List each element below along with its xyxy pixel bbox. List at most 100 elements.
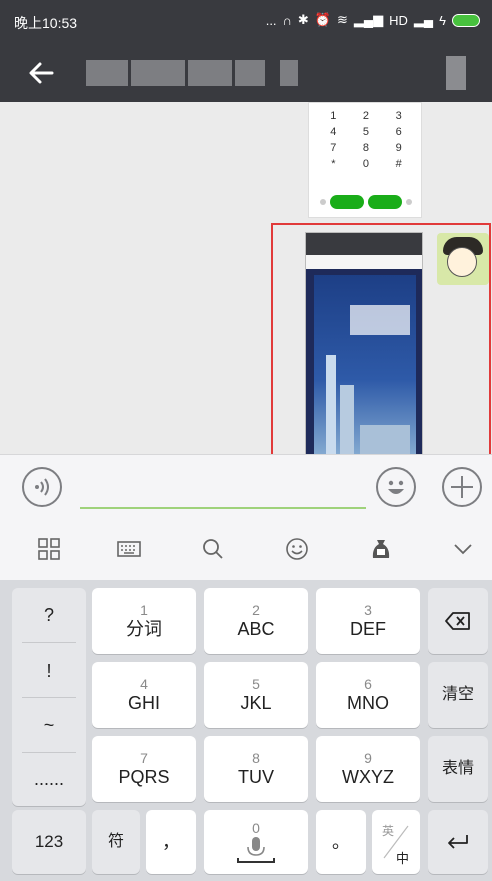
key-question[interactable]: ? [12, 588, 86, 642]
real-estate-poster [314, 275, 416, 465]
key-5[interactable]: 5 JKL [204, 662, 308, 728]
title-bar [0, 44, 492, 102]
key-8[interactable]: 8 TUV [204, 736, 308, 802]
bluetooth-icon: ✱ [297, 12, 309, 27]
period-key[interactable]: 。 [316, 810, 366, 874]
call-button-graphic [368, 195, 402, 209]
key-9[interactable]: 9 WXYZ [316, 736, 420, 802]
dialpad-grid: 1 2 3 4 5 6 7 8 9 * 0 # [317, 109, 415, 171]
wifi-icon: ≋ [336, 12, 348, 27]
key-2[interactable]: 2 ABC [204, 588, 308, 654]
comma-key-label: ， [162, 832, 180, 852]
number-mode-label: 123 [34, 832, 64, 851]
backspace-icon [445, 612, 470, 630]
key-tilde[interactable]: ~ [12, 698, 86, 752]
avatar-face [447, 247, 477, 277]
number-mode-key[interactable]: 123 [12, 810, 86, 874]
poster-tower [340, 385, 354, 465]
poster-screenshot-subheader [306, 255, 422, 269]
language-switch-key[interactable]: 英 中 [372, 810, 420, 874]
key-label: MNO [347, 693, 389, 713]
space-key[interactable]: 0 [204, 810, 308, 874]
dialpad-call-buttons [315, 195, 417, 209]
key-exclamation[interactable]: ! [12, 644, 86, 698]
enter-arrow-icon [448, 835, 468, 849]
key-4[interactable]: 4 GHI [92, 662, 196, 728]
clear-key[interactable]: 清空 [428, 662, 488, 728]
battery-icon [452, 13, 480, 27]
emoticon-icon[interactable] [284, 536, 310, 562]
keyboard-switch-icon[interactable] [116, 536, 142, 562]
chevron-down-icon[interactable] [450, 536, 476, 562]
dial-key: 4 [330, 126, 337, 138]
punctuation-column[interactable]: ? ! ~ ...... [12, 588, 86, 806]
key-label: TUV [238, 767, 274, 787]
key-number: 1 [140, 602, 148, 618]
ime-toolbar [0, 518, 492, 580]
dial-key: # [395, 158, 402, 170]
alarm-icon: ⏰ [314, 12, 331, 27]
key-number: 7 [140, 750, 148, 766]
top-bar: 晚上10:53 ... ∩ ✱ ⏰ ≋ ▂▄▆ HD ▂▄ ϟ [0, 0, 492, 102]
money-bag-icon[interactable] [368, 536, 394, 562]
key-label: WXYZ [342, 767, 394, 787]
space-key-number: 0 [252, 820, 260, 836]
dial-key: 0 [362, 158, 370, 170]
dialpad-screenshot-image[interactable]: 1 2 3 4 5 6 7 8 9 * 0 # [308, 102, 422, 218]
chat-area[interactable]: 1 2 3 4 5 6 7 8 9 * 0 # [0, 102, 492, 541]
key-number: 3 [364, 602, 372, 618]
dial-key: 9 [395, 142, 402, 154]
chat-title-redacted [86, 60, 298, 86]
status-bar: 晚上10:53 ... ∩ ✱ ⏰ ≋ ▂▄▆ HD ▂▄ ϟ [0, 0, 492, 44]
period-key-label: 。 [332, 832, 350, 852]
key-number: 2 [252, 602, 260, 618]
backspace-key[interactable] [428, 588, 488, 654]
key-label: DEF [350, 619, 386, 639]
symbols-key-label: 符 [107, 833, 124, 850]
dial-key: 2 [362, 110, 370, 122]
status-icons: ... ∩ ✱ ⏰ ≋ ▂▄▆ HD ▂▄ ϟ [266, 12, 480, 28]
grid-menu-icon[interactable] [36, 536, 62, 562]
key-number: 5 [252, 676, 260, 692]
key-3[interactable]: 3 DEF [316, 588, 420, 654]
poster-tower [326, 355, 336, 465]
smiley-icon [388, 480, 404, 494]
key-label: 分词 [126, 619, 162, 639]
chat-info-redacted[interactable] [446, 56, 466, 90]
keyboard: ? ! ~ ...... 1 分词 2 ABC 3 DEF 4 GHI 5 JK… [0, 580, 492, 881]
more-functions-button[interactable] [442, 467, 482, 507]
key-number: 9 [364, 750, 372, 766]
poster-headline-block [350, 305, 410, 335]
enter-key[interactable] [428, 810, 488, 874]
key-number: 4 [140, 676, 148, 692]
key-1[interactable]: 1 分词 [92, 588, 196, 654]
key-7[interactable]: 7 PQRS [92, 736, 196, 802]
dial-key: 5 [362, 126, 370, 138]
search-icon[interactable] [200, 536, 226, 562]
comma-key[interactable]: ， [146, 810, 196, 874]
network-label: HD [389, 12, 408, 28]
dial-key: * [331, 158, 336, 170]
voice-input-button[interactable] [22, 467, 62, 507]
key-ellipsis[interactable]: ...... [12, 752, 86, 806]
back-arrow-icon[interactable] [24, 56, 58, 90]
emoji-button[interactable] [376, 467, 416, 507]
signal2-icon: ▂▄ [413, 12, 434, 27]
more-dots-icon: ... [265, 12, 277, 28]
divider [22, 642, 76, 643]
dot-icon [320, 199, 326, 205]
message-input-underline[interactable] [80, 507, 366, 509]
emoji-key[interactable]: 表情 [428, 736, 488, 802]
key-number: 8 [252, 750, 260, 766]
symbols-key[interactable]: 符 [92, 810, 140, 874]
charging-icon: ϟ [439, 12, 446, 28]
key-label: PQRS [118, 767, 170, 787]
dial-key: 6 [395, 126, 402, 138]
emoji-key-label: 表情 [441, 760, 474, 777]
key-6[interactable]: 6 MNO [316, 662, 420, 728]
dial-key: 1 [330, 110, 337, 122]
avatar[interactable] [437, 233, 489, 285]
status-time: 晚上10:53 [14, 15, 78, 31]
plus-icon [451, 476, 473, 498]
dial-key: 3 [395, 110, 402, 122]
